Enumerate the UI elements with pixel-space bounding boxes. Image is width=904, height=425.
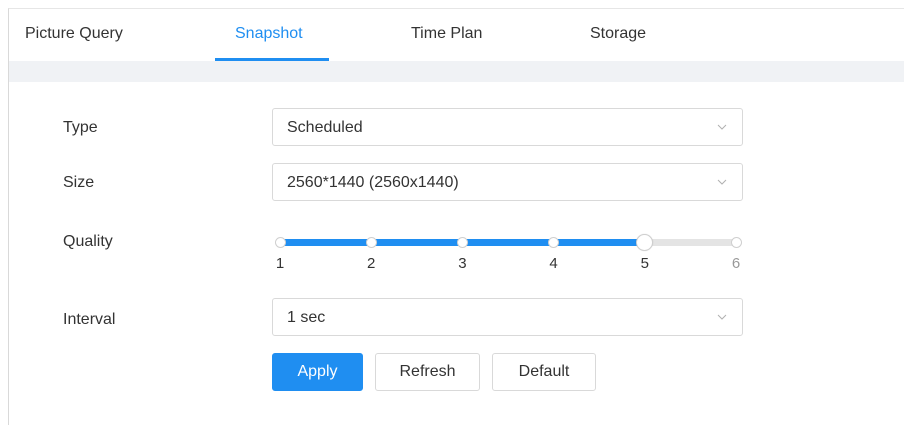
size-select[interactable]: 2560*1440 (2560x1440) — [272, 163, 743, 201]
slider-stop[interactable] — [365, 237, 377, 248]
chevron-down-icon — [717, 314, 727, 320]
slider-tick-label: 4 — [549, 255, 558, 272]
tab-snapshot[interactable]: Snapshot — [235, 25, 303, 43]
tab-picture-query[interactable]: Picture Query — [25, 25, 123, 43]
type-select[interactable]: Scheduled — [272, 108, 743, 146]
apply-button[interactable]: Apply — [272, 353, 363, 391]
snapshot-settings-panel: Picture Query Snapshot Time Plan Storage… — [8, 8, 904, 425]
slider-tick-label: 5 — [640, 255, 649, 272]
tab-time-plan[interactable]: Time Plan — [411, 25, 482, 43]
tab-bar: Picture Query Snapshot Time Plan Storage — [9, 9, 904, 61]
slider-tick-label: 3 — [458, 255, 467, 272]
slider-stop[interactable] — [730, 237, 742, 248]
slider-tick-label: 6 — [731, 255, 741, 272]
size-select-value: 2560*1440 (2560x1440) — [287, 174, 459, 191]
type-label: Type — [63, 119, 98, 136]
default-button[interactable]: Default — [492, 353, 596, 391]
interval-label: Interval — [63, 311, 116, 328]
interval-select[interactable]: 1 sec — [272, 298, 743, 336]
size-label: Size — [63, 174, 95, 191]
quality-slider[interactable]: 1 2 3 4 5 6 — [272, 233, 743, 273]
slider-thumb[interactable] — [636, 234, 654, 251]
interval-select-value: 1 sec — [287, 309, 326, 326]
slider-tick-label: 2 — [367, 255, 376, 272]
chevron-down-icon — [717, 124, 727, 130]
slider-tick-label: 1 — [275, 255, 285, 272]
refresh-button[interactable]: Refresh — [375, 353, 480, 391]
quality-label: Quality — [63, 233, 113, 250]
slider-stop[interactable] — [548, 237, 560, 248]
chevron-down-icon — [717, 179, 727, 185]
tab-storage[interactable]: Storage — [590, 25, 646, 43]
content-separator — [9, 61, 904, 82]
slider-stop[interactable] — [274, 237, 286, 248]
slider-stop[interactable] — [456, 237, 468, 248]
type-select-value: Scheduled — [287, 119, 363, 136]
